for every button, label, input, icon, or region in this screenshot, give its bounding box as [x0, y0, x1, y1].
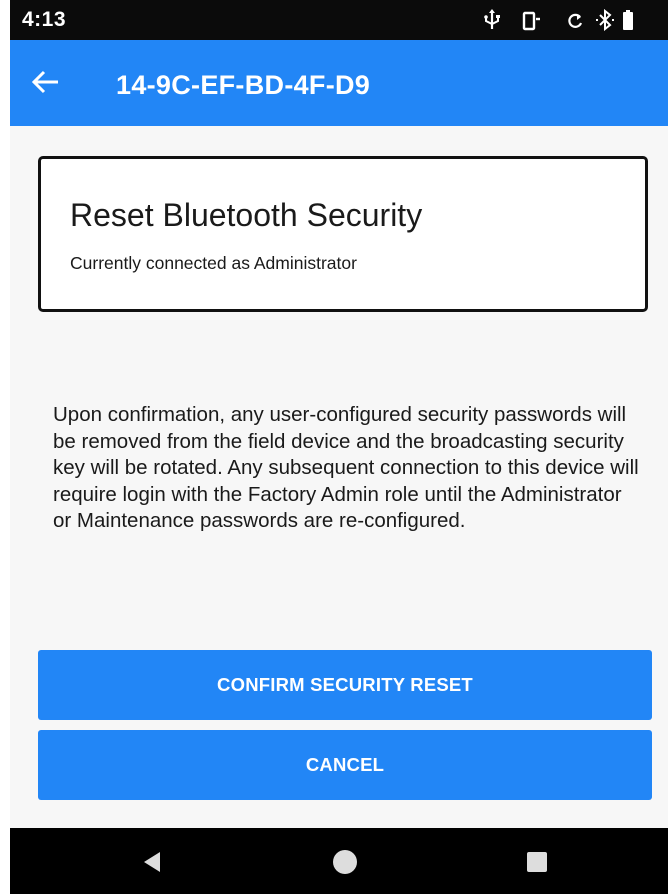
- cast-icon: [522, 11, 540, 31]
- cancel-button-label: CANCEL: [305, 754, 385, 775]
- reset-description: Upon confirmation, any user-configured s…: [53, 403, 639, 532]
- arrow-left-icon: [31, 70, 58, 94]
- card-subtitle: Currently connected as Administrator: [70, 253, 357, 273]
- nav-home-icon: [333, 850, 357, 874]
- status-bar: 4:13: [10, 0, 668, 40]
- sync-icon: [568, 13, 583, 28]
- reset-info-card: Reset Bluetooth Security Currently conne…: [38, 156, 648, 312]
- cancel-button[interactable]: CANCEL: [38, 730, 652, 800]
- navigation-bar: [10, 828, 668, 894]
- bluetooth-icon: [596, 9, 614, 31]
- confirm-button-label: CONFIRM SECURITY RESET: [217, 674, 473, 695]
- status-icons: [484, 9, 644, 31]
- page-title: 14-9C-EF-BD-4F-D9: [116, 70, 371, 100]
- nav-home-button[interactable]: [332, 849, 358, 880]
- nav-back-button[interactable]: [140, 850, 164, 879]
- usb-icon: [484, 9, 500, 29]
- back-button[interactable]: [30, 62, 66, 102]
- confirm-security-reset-button[interactable]: CONFIRM SECURITY RESET: [38, 650, 652, 720]
- status-time: 4:13: [22, 8, 67, 31]
- card-title: Reset Bluetooth Security: [70, 197, 423, 233]
- nav-back-icon: [144, 852, 160, 872]
- app-bar: 14-9C-EF-BD-4F-D9: [10, 40, 668, 126]
- battery-icon: [623, 10, 633, 30]
- app-screen: 4:13 14-9C-EF-BD-4F-D9 Reset Bluetooth S…: [10, 0, 668, 894]
- nav-recents-icon: [527, 852, 547, 872]
- nav-recents-button[interactable]: [526, 851, 548, 878]
